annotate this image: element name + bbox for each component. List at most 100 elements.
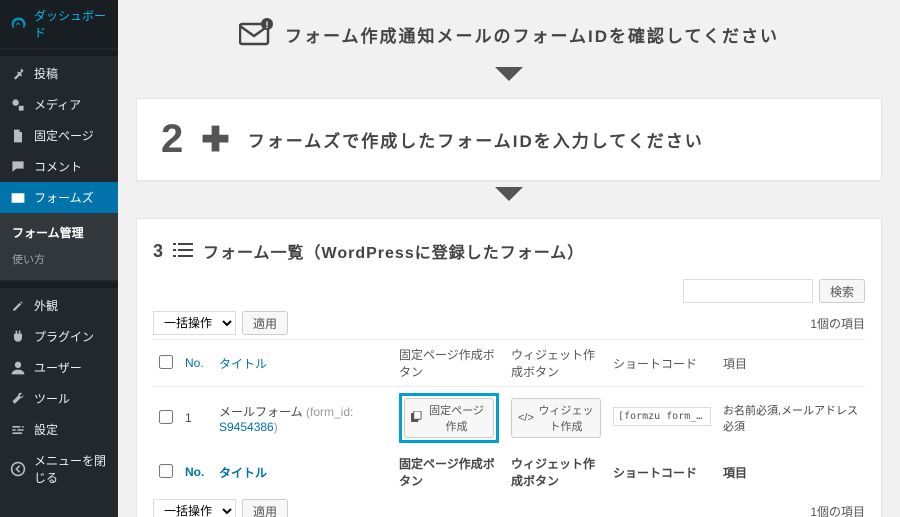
col-items: 項目 bbox=[717, 449, 865, 495]
create-fixed-page-button[interactable]: 固定ページ作成 bbox=[404, 398, 494, 438]
col-no[interactable]: No. bbox=[179, 449, 213, 495]
form-id-label: (form_id: bbox=[306, 405, 353, 419]
page-icon bbox=[10, 128, 26, 144]
select-all-checkbox[interactable] bbox=[159, 355, 173, 369]
step1-title: フォーム作成通知メールのフォームIDを確認してください bbox=[285, 22, 779, 47]
sidebar-label: 外観 bbox=[34, 297, 58, 314]
sidebar-item-appearance[interactable]: 外観 bbox=[0, 290, 118, 321]
row-fixed-page-cell: 固定ページ作成 bbox=[393, 387, 505, 450]
code-icon: </> bbox=[518, 412, 534, 424]
select-all-checkbox-bottom[interactable] bbox=[159, 464, 173, 478]
sidebar-item-media[interactable]: メディア bbox=[0, 89, 118, 120]
step3-heading: 3 フォーム一覧（WordPressに登録したフォーム） bbox=[153, 233, 865, 275]
sidebar-item-collapse[interactable]: メニューを閉じる bbox=[0, 445, 118, 493]
col-no[interactable]: No. bbox=[179, 340, 213, 387]
sidebar-label: フォームズ bbox=[34, 189, 94, 206]
gauge-icon bbox=[10, 16, 26, 32]
sidebar-label: ダッシュボード bbox=[34, 7, 108, 41]
search-button[interactable]: 検索 bbox=[819, 279, 865, 303]
sidebar-item-plugins[interactable]: プラグイン bbox=[0, 321, 118, 352]
col-fixed-btn: 固定ページ作成ボタン bbox=[393, 449, 505, 495]
col-fixed-btn: 固定ページ作成ボタン bbox=[393, 340, 505, 387]
col-widget-btn: ウィジェット作成ボタン bbox=[505, 449, 607, 495]
sidebar-label: 固定ページ bbox=[34, 127, 94, 144]
copy-icon bbox=[411, 411, 422, 425]
plug-icon bbox=[10, 329, 26, 345]
table-footer-row: No. タイトル 固定ページ作成ボタン ウィジェット作成ボタン ショートコード … bbox=[153, 449, 865, 495]
sidebar-item-dashboard[interactable]: ダッシュボード bbox=[0, 0, 118, 48]
mail-icon bbox=[10, 190, 26, 206]
apply-button[interactable]: 適用 bbox=[242, 311, 288, 335]
sidebar-label: メニューを閉じる bbox=[34, 452, 108, 486]
submenu-item-manage[interactable]: フォーム管理 bbox=[0, 219, 118, 246]
search-input[interactable] bbox=[683, 279, 813, 303]
table-header-row: No. タイトル 固定ページ作成ボタン ウィジェット作成ボタン ショートコード … bbox=[153, 340, 865, 387]
bulk-actions-bottom: 一括操作 適用 1個の項目 bbox=[153, 495, 865, 517]
step2-number: 2 bbox=[161, 117, 183, 162]
admin-sidebar: ダッシュボード 投稿 メディア 固定ページ コメント フォームズ フォーム管理 … bbox=[0, 0, 118, 517]
step2-panel: 2 ✚ フォームズで作成したフォームIDを入力してください bbox=[136, 98, 882, 181]
sliders-icon bbox=[10, 422, 26, 438]
sidebar-label: プラグイン bbox=[34, 328, 94, 345]
step1-header: ! フォーム作成通知メールのフォームIDを確認してください bbox=[136, 0, 882, 61]
comment-icon bbox=[10, 159, 26, 175]
sidebar-item-tools[interactable]: ツール bbox=[0, 383, 118, 414]
item-count-bottom: 1個の項目 bbox=[810, 503, 865, 517]
envelope-alert-icon: ! bbox=[239, 18, 273, 51]
sidebar-label: ツール bbox=[34, 390, 70, 407]
user-icon bbox=[10, 360, 26, 376]
row-widget-cell: </> ウィジェット作成 bbox=[505, 387, 607, 450]
svg-text:!: ! bbox=[266, 20, 269, 30]
row-no: 1 bbox=[179, 387, 213, 450]
bulk-action-select-bottom[interactable]: 一括操作 bbox=[153, 499, 236, 517]
sidebar-item-forms[interactable]: フォームズ bbox=[0, 182, 118, 213]
sidebar-item-comments[interactable]: コメント bbox=[0, 151, 118, 182]
table-row: 1 メールフォーム (form_id: S9454386) 固定ページ作成 bbox=[153, 387, 865, 450]
apply-button-bottom[interactable]: 適用 bbox=[242, 499, 288, 517]
create-widget-button[interactable]: </> ウィジェット作成 bbox=[511, 398, 601, 438]
row-items: お名前必須,メールアドレス必須 bbox=[717, 387, 865, 450]
list-icon bbox=[173, 242, 193, 261]
pin-icon bbox=[10, 66, 26, 82]
col-title[interactable]: タイトル bbox=[213, 449, 393, 495]
bulk-actions-top: 一括操作 適用 1個の項目 bbox=[153, 307, 865, 339]
col-widget-btn: ウィジェット作成ボタン bbox=[505, 340, 607, 387]
down-arrow bbox=[136, 181, 882, 218]
wrench-icon bbox=[10, 391, 26, 407]
sidebar-item-settings[interactable]: 設定 bbox=[0, 414, 118, 445]
step3-number: 3 bbox=[153, 241, 163, 262]
sidebar-item-pages[interactable]: 固定ページ bbox=[0, 120, 118, 151]
sidebar-label: コメント bbox=[34, 158, 82, 175]
form-id-close: ) bbox=[274, 420, 278, 434]
step2-title: フォームズで作成したフォームIDを入力してください bbox=[248, 127, 704, 152]
col-shortcode: ショートコード bbox=[607, 449, 717, 495]
step3-title: フォーム一覧（WordPressに登録したフォーム） bbox=[203, 239, 584, 263]
item-count: 1個の項目 bbox=[810, 315, 865, 332]
media-icon bbox=[10, 97, 26, 113]
brush-icon bbox=[10, 298, 26, 314]
row-shortcode-cell: [formzu form_id="S9 bbox=[607, 387, 717, 450]
btn-label: 固定ページ作成 bbox=[426, 402, 487, 434]
main-content: ! フォーム作成通知メールのフォームIDを確認してください 2 ✚ フォームズで… bbox=[118, 0, 900, 517]
sidebar-label: ユーザー bbox=[34, 359, 82, 376]
plus-icon: ✚ bbox=[201, 120, 230, 160]
row-checkbox[interactable] bbox=[159, 410, 173, 424]
down-arrow bbox=[136, 61, 882, 98]
sidebar-label: メディア bbox=[34, 96, 81, 113]
shortcode-text[interactable]: [formzu form_id="S9 bbox=[613, 407, 711, 426]
sidebar-item-users[interactable]: ユーザー bbox=[0, 352, 118, 383]
collapse-icon bbox=[10, 461, 26, 477]
bulk-action-select[interactable]: 一括操作 bbox=[153, 311, 236, 335]
search-row: 検索 bbox=[153, 275, 865, 307]
col-items: 項目 bbox=[717, 340, 865, 387]
step3-panel: 3 フォーム一覧（WordPressに登録したフォーム） 検索 一括操作 適用 … bbox=[136, 218, 882, 517]
row-title: メールフォーム bbox=[219, 405, 303, 419]
highlight-box: 固定ページ作成 bbox=[399, 393, 499, 443]
form-id-link[interactable]: S9454386 bbox=[219, 420, 274, 434]
forms-table: No. タイトル 固定ページ作成ボタン ウィジェット作成ボタン ショートコード … bbox=[153, 339, 865, 495]
sidebar-item-posts[interactable]: 投稿 bbox=[0, 58, 118, 89]
submenu-item-howto[interactable]: 使い方 bbox=[0, 246, 118, 272]
sidebar-submenu: フォーム管理 使い方 bbox=[0, 213, 118, 280]
col-title[interactable]: タイトル bbox=[213, 340, 393, 387]
row-title-cell: メールフォーム (form_id: S9454386) bbox=[213, 387, 393, 450]
